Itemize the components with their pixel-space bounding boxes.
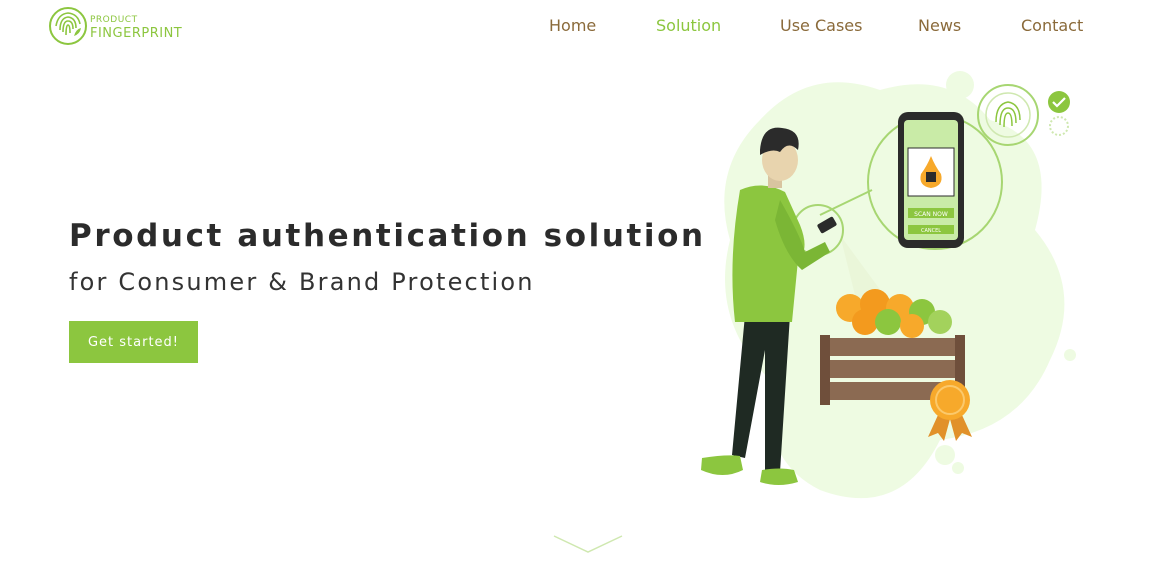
nav-use-cases[interactable]: Use Cases — [780, 16, 862, 35]
hero-title: Product authentication solution — [69, 218, 706, 254]
hero-illustration: SCAN NOW CANCEL — [701, 71, 1076, 499]
hero-subtitle: for Consumer & Brand Protection — [69, 268, 535, 296]
main-nav: Home Solution Use Cases News Contact — [0, 16, 1172, 38]
nav-contact[interactable]: Contact — [1021, 16, 1083, 35]
nav-news[interactable]: News — [918, 16, 961, 35]
cancel-label: CANCEL — [921, 228, 941, 234]
nav-home[interactable]: Home — [549, 16, 596, 35]
nav-solution[interactable]: Solution — [656, 16, 721, 35]
get-started-button[interactable]: Get started! — [69, 321, 198, 363]
phone-graphic: SCAN NOW CANCEL — [898, 112, 964, 248]
chevron-down-icon[interactable] — [552, 532, 624, 556]
check-icon — [1048, 91, 1070, 113]
scan-now-label: SCAN NOW — [914, 211, 948, 218]
